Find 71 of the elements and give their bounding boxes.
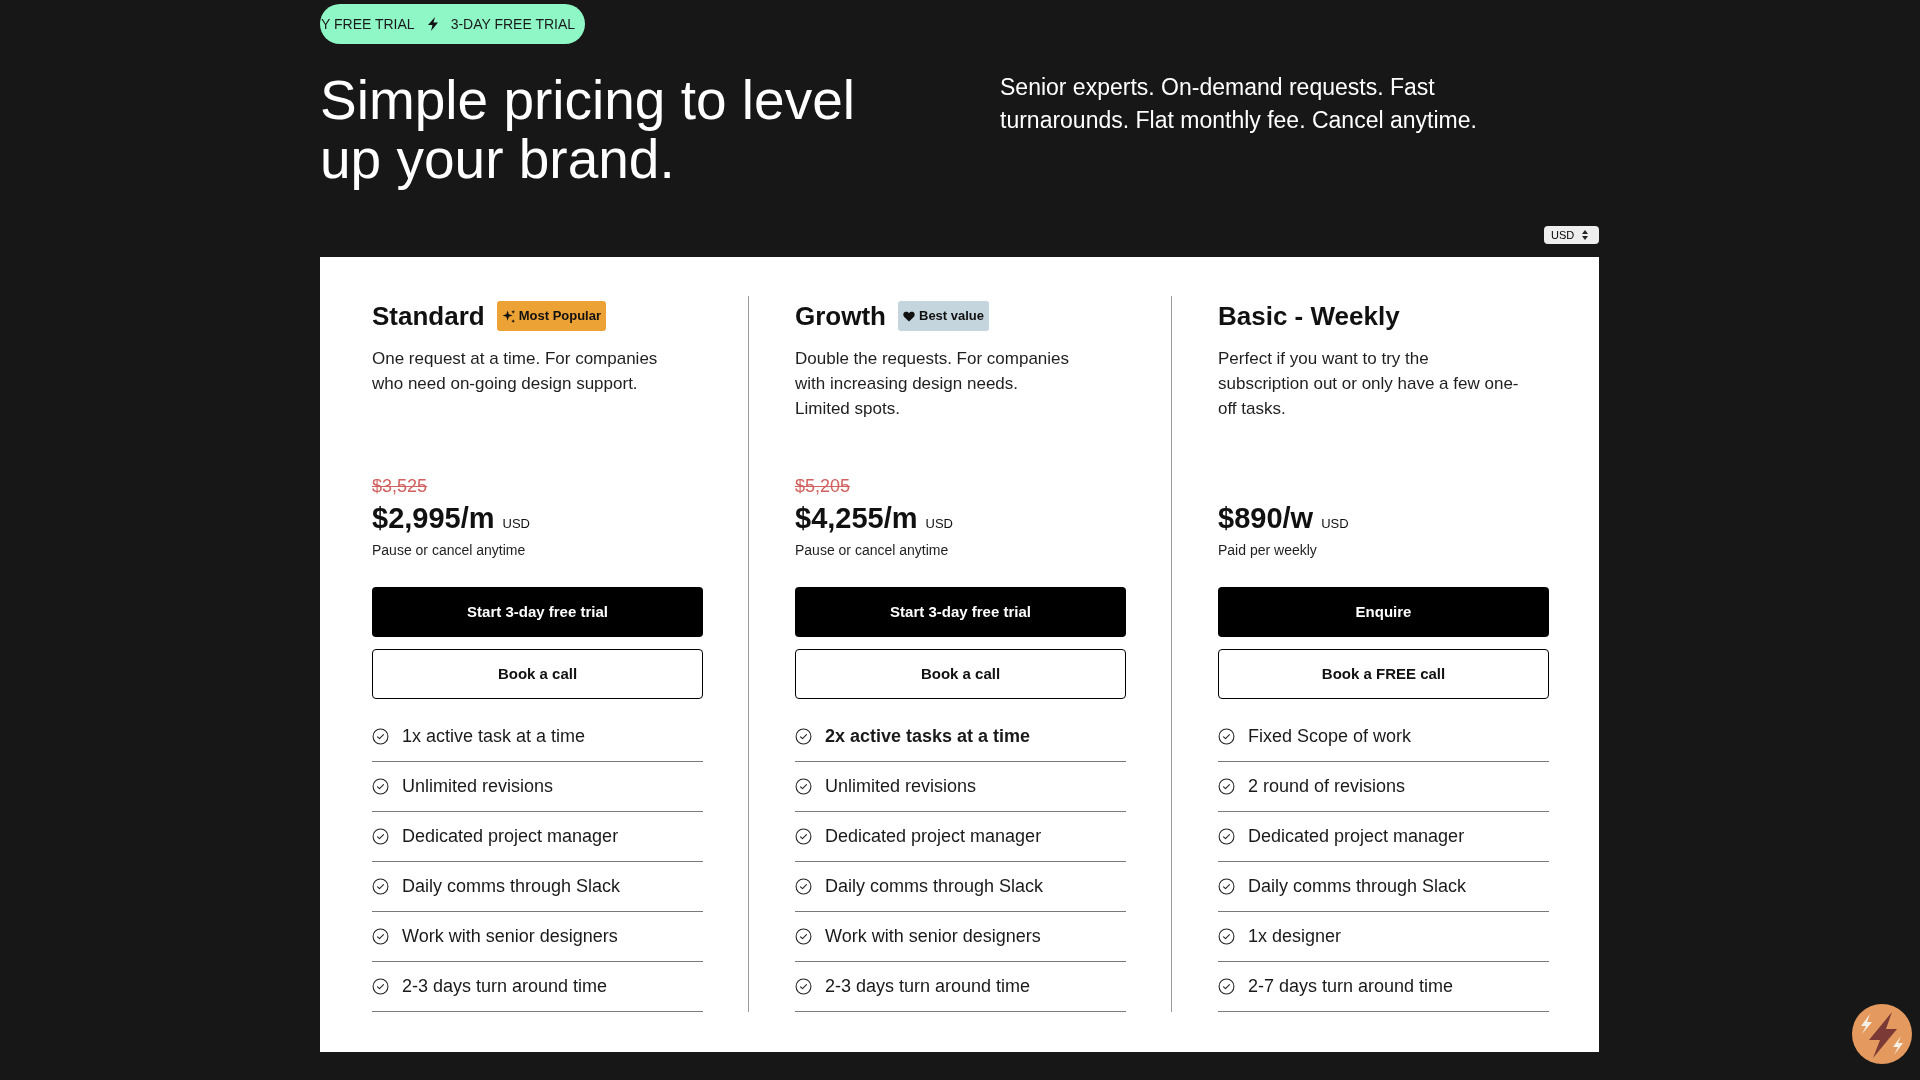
sparkle-icon <box>501 309 515 323</box>
old-price: $5,205 <box>795 476 851 496</box>
price: $4,255/m <box>795 501 918 535</box>
currency-select[interactable]: USD <box>1544 226 1599 244</box>
check-circle-icon <box>1218 728 1235 745</box>
lightning-bolt-icon[interactable] <box>1852 1004 1912 1064</box>
price: $2,995/m <box>372 501 495 535</box>
check-circle-icon <box>372 928 389 945</box>
plan-description: Perfect if you want to try the subscription out or only have a few one- off tasks. <box>1218 348 1520 420</box>
primary-button[interactable]: Start 3-day free trial <box>795 587 1126 637</box>
feature-text: Work with senior designers <box>402 925 618 948</box>
feature-text: 2 round of revisions <box>1248 775 1406 798</box>
feature-text: Fixed Scope of work <box>1248 725 1412 748</box>
page-heading: Simple pricing to level up your brand. <box>320 71 856 189</box>
old-price: $3,525 <box>372 476 428 496</box>
feature-text: 1x designer <box>1248 925 1342 948</box>
check-circle-icon <box>1218 928 1235 945</box>
price-note: Pause or cancel anytime <box>795 541 950 559</box>
currency-label: USD <box>1321 515 1349 533</box>
price-note: Paid per weekly <box>1218 541 1318 559</box>
check-circle-icon <box>1218 828 1235 845</box>
check-circle-icon <box>372 828 389 845</box>
feature-text: 2x active tasks at a time <box>825 725 1031 748</box>
secondary-button[interactable]: Book a call <box>372 649 703 699</box>
primary-button[interactable]: Start 3-day free trial <box>372 587 703 637</box>
feature-text: Dedicated project manager <box>825 825 1042 848</box>
check-circle-icon <box>1218 878 1235 895</box>
check-circle-icon <box>795 778 812 795</box>
feature-text: Dedicated project manager <box>402 825 619 848</box>
feature-text: Daily comms through Slack <box>402 875 621 898</box>
feature-text: Work with senior designers <box>825 925 1041 948</box>
plan-title: Basic - Weekly <box>1218 301 1400 331</box>
plan-description: Double the requests. For companies with increasing design needs. Limited spots. <box>795 348 1071 420</box>
check-circle-icon <box>372 728 389 745</box>
primary-button[interactable]: Enquire <box>1218 587 1549 637</box>
price-note: Pause or cancel anytime <box>372 541 527 559</box>
feature-text: 2-3 days turn around time <box>825 975 1031 998</box>
check-circle-icon <box>372 778 389 795</box>
feature-text: 2-7 days turn around time <box>1248 975 1454 998</box>
badge-label: Most Popular <box>518 307 602 326</box>
currency-label: USD <box>502 515 530 533</box>
lightning-bolt-icon <box>427 17 438 31</box>
feature-text: Daily comms through Slack <box>1248 875 1467 898</box>
up-down-arrows-icon <box>1582 230 1589 240</box>
feature-text: 2-3 days turn around time <box>402 975 608 998</box>
feature-text: Daily comms through Slack <box>825 875 1044 898</box>
feature-text: Dedicated project manager <box>1248 825 1465 848</box>
feature-text: 1x active task at a time <box>402 725 586 748</box>
plan-description: One request at a time. For companies who need on-going design support. <box>372 348 659 395</box>
check-circle-icon <box>1218 778 1235 795</box>
badge-label: Best value <box>919 307 985 326</box>
check-circle-icon <box>795 828 812 845</box>
check-circle-icon <box>1218 978 1235 995</box>
promo-text: Y FREE TRIAL <box>321 15 415 33</box>
currency-label: USD <box>925 515 953 533</box>
check-circle-icon <box>372 978 389 995</box>
feature-text: Unlimited revisions <box>402 775 554 798</box>
check-circle-icon <box>795 928 812 945</box>
plan-title: Standard <box>372 301 485 331</box>
check-circle-icon <box>795 978 812 995</box>
promo-text: 3-DAY FREE TRIAL <box>450 15 576 33</box>
feature-text: Unlimited revisions <box>825 775 977 798</box>
heart-icon <box>903 310 915 322</box>
check-circle-icon <box>795 878 812 895</box>
price: $890/w <box>1218 501 1314 535</box>
secondary-button[interactable]: Book a call <box>795 649 1126 699</box>
secondary-button[interactable]: Book a FREE call <box>1218 649 1549 699</box>
plan-title: Growth <box>795 301 886 331</box>
intro-text: Senior experts. On-demand requests. Fast turnarounds. Flat monthly fee. Cancel anytime. <box>1000 73 1478 135</box>
check-circle-icon <box>372 878 389 895</box>
check-circle-icon <box>795 728 812 745</box>
